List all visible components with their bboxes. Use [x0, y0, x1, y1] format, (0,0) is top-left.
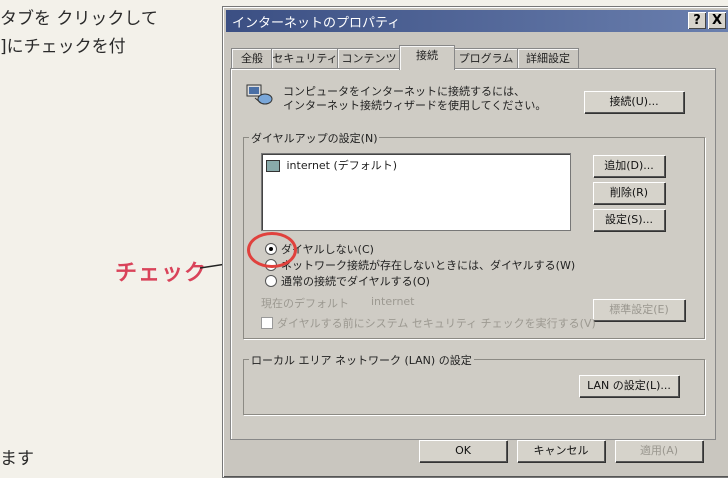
close-button[interactable]: X — [708, 12, 726, 29]
add-button[interactable]: 追加(D)... — [593, 155, 665, 177]
connection-panel: コンピュータをインターネットに接続するには、 インターネット接続ウィザードを使用… — [230, 68, 716, 440]
page-text-line1: タブを クリックして — [0, 9, 158, 29]
lan-group-label: ローカル エリア ネットワーク (LAN) の設定 — [249, 352, 474, 368]
help-button[interactable]: ? — [688, 12, 706, 29]
delete-button[interactable]: 削除(R) — [593, 182, 665, 204]
tab-connection[interactable]: 接続 — [399, 45, 455, 70]
internet-properties-dialog: インターネットのプロパティ ? X 全般 セキュリティ コンテンツ 接続 プログ… — [222, 6, 728, 478]
highlight-ring — [247, 232, 297, 268]
ok-button[interactable]: OK — [419, 440, 507, 462]
dialup-group-label: ダイヤルアップの設定(N) — [249, 130, 380, 146]
current-default-label: 現在のデフォルト — [261, 297, 349, 310]
dialog-title: インターネットのプロパティ — [232, 16, 401, 31]
list-item[interactable]: internet (デフォルト) — [266, 157, 397, 173]
dialup-connection-icon — [266, 160, 280, 172]
radio-always-dial[interactable] — [265, 275, 277, 287]
tab-programs[interactable]: プログラム — [453, 48, 519, 69]
dialup-entry-label: internet (デフォルト) — [286, 159, 398, 172]
radio-dial-when-no-network-label[interactable]: ネットワーク接続が存在しないときには、ダイヤルする(W) — [281, 257, 575, 273]
callout-label: チェック — [115, 261, 208, 286]
cancel-button[interactable]: キャンセル — [517, 440, 605, 462]
page-text-line2: ]にチェックを付 — [0, 37, 126, 57]
security-check-checkbox[interactable] — [261, 317, 273, 329]
title-bar: インターネットのプロパティ ? X — [226, 10, 728, 32]
dialup-list[interactable]: internet (デフォルト) — [261, 153, 571, 231]
page-text-bottom: ます — [0, 449, 34, 469]
tab-content[interactable]: コンテンツ — [337, 48, 401, 69]
current-default-value: internet — [371, 295, 415, 308]
wizard-text-2: インターネット接続ウィザードを使用してください。 — [283, 99, 547, 112]
tab-advanced[interactable]: 詳細設定 — [517, 48, 579, 69]
security-check-label: ダイヤルする前にシステム セキュリティ チェックを実行する(V) — [277, 317, 596, 330]
set-default-button[interactable]: 標準設定(E) — [593, 299, 685, 321]
settings-button[interactable]: 設定(S)... — [593, 209, 665, 231]
lan-settings-button[interactable]: LAN の設定(L)... — [579, 375, 679, 397]
connection-wizard-icon — [246, 84, 273, 105]
radio-always-dial-label[interactable]: 通常の接続でダイヤルする(O) — [281, 273, 430, 289]
apply-button[interactable]: 適用(A) — [615, 440, 703, 462]
tab-general[interactable]: 全般 — [231, 48, 273, 69]
connect-button[interactable]: 接続(U)... — [584, 91, 684, 113]
tab-security[interactable]: セキュリティ — [271, 48, 339, 69]
